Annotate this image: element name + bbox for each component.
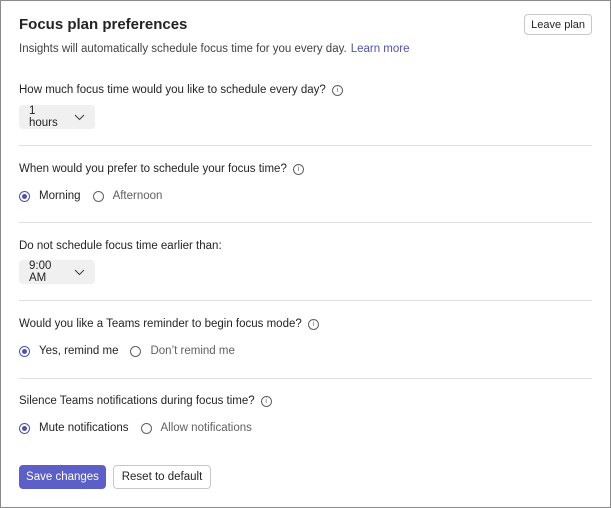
earliest-section: Do not schedule focus time earlier than: bbox=[19, 240, 592, 252]
time-pref-radio-group: Morning Afternoon bbox=[19, 190, 174, 202]
radio-remind[interactable]: Yes, remind me bbox=[19, 345, 118, 357]
earliest-time-value: 9:00 AM bbox=[29, 260, 52, 284]
reset-default-button[interactable]: Reset to default bbox=[113, 465, 211, 489]
radio-label: Afternoon bbox=[112, 190, 163, 202]
duration-question: How much focus time would you like to sc… bbox=[19, 84, 326, 96]
divider bbox=[19, 378, 592, 379]
save-changes-button[interactable]: Save changes bbox=[19, 465, 106, 489]
radio-label: Allow notifications bbox=[160, 422, 252, 434]
radio-label: Don’t remind me bbox=[150, 345, 235, 357]
divider bbox=[19, 145, 592, 146]
subtitle-text: Insights will automatically schedule foc… bbox=[19, 43, 347, 55]
info-icon[interactable]: i bbox=[307, 318, 319, 330]
radio-label: Yes, remind me bbox=[39, 345, 119, 357]
radio-morning[interactable]: Morning bbox=[19, 190, 81, 202]
reminder-question: Would you like a Teams reminder to begin… bbox=[19, 318, 302, 330]
silence-section: Silence Teams notifications during focus… bbox=[19, 395, 592, 407]
radio-label: Mute notifications bbox=[39, 422, 129, 434]
subtitle: Insights will automatically schedule foc… bbox=[19, 43, 410, 55]
radio-afternoon[interactable]: Afternoon bbox=[92, 190, 163, 202]
chevron-down-icon bbox=[74, 269, 85, 276]
radio-indicator bbox=[19, 190, 30, 202]
radio-indicator bbox=[19, 345, 30, 357]
silence-question-row: Silence Teams notifications during focus… bbox=[19, 395, 592, 407]
reminder-question-row: Would you like a Teams reminder to begin… bbox=[19, 318, 592, 330]
divider bbox=[19, 300, 592, 301]
radio-dont-remind[interactable]: Don’t remind me bbox=[130, 345, 235, 357]
earliest-time-dropdown[interactable]: 9:00 AM bbox=[19, 260, 95, 284]
time-pref-section: When would you prefer to schedule your f… bbox=[19, 163, 592, 175]
reminder-radio-group: Yes, remind me Don’t remind me bbox=[19, 345, 247, 357]
radio-indicator bbox=[140, 422, 152, 434]
time-pref-question: When would you prefer to schedule your f… bbox=[19, 163, 287, 175]
duration-dropdown[interactable]: 1 hours bbox=[19, 105, 95, 129]
chevron-down-icon bbox=[74, 114, 85, 121]
leave-plan-button[interactable]: Leave plan bbox=[524, 14, 592, 35]
page-title: Focus plan preferences bbox=[19, 16, 188, 33]
reminder-section: Would you like a Teams reminder to begin… bbox=[19, 318, 592, 330]
duration-value: 1 hours bbox=[29, 105, 58, 129]
info-icon[interactable]: i bbox=[260, 395, 272, 407]
time-pref-question-row: When would you prefer to schedule your f… bbox=[19, 163, 592, 175]
earliest-question-row: Do not schedule focus time earlier than: bbox=[19, 240, 592, 252]
radio-label: Morning bbox=[39, 190, 81, 202]
duration-section: How much focus time would you like to sc… bbox=[19, 84, 592, 96]
radio-allow[interactable]: Allow notifications bbox=[140, 422, 252, 434]
silence-radio-group: Mute notifications Allow notifications bbox=[19, 422, 264, 434]
radio-indicator bbox=[130, 345, 142, 357]
silence-question: Silence Teams notifications during focus… bbox=[19, 395, 255, 407]
focus-plan-panel: Focus plan preferences Leave plan Insigh… bbox=[0, 0, 611, 508]
radio-indicator bbox=[92, 190, 104, 202]
info-icon[interactable]: i bbox=[292, 163, 304, 175]
learn-more-link[interactable]: Learn more bbox=[351, 43, 410, 55]
radio-indicator bbox=[19, 422, 30, 434]
divider bbox=[19, 222, 592, 223]
radio-mute[interactable]: Mute notifications bbox=[19, 422, 129, 434]
info-icon[interactable]: i bbox=[331, 84, 343, 96]
earliest-question: Do not schedule focus time earlier than: bbox=[19, 240, 222, 252]
duration-question-row: How much focus time would you like to sc… bbox=[19, 84, 592, 96]
